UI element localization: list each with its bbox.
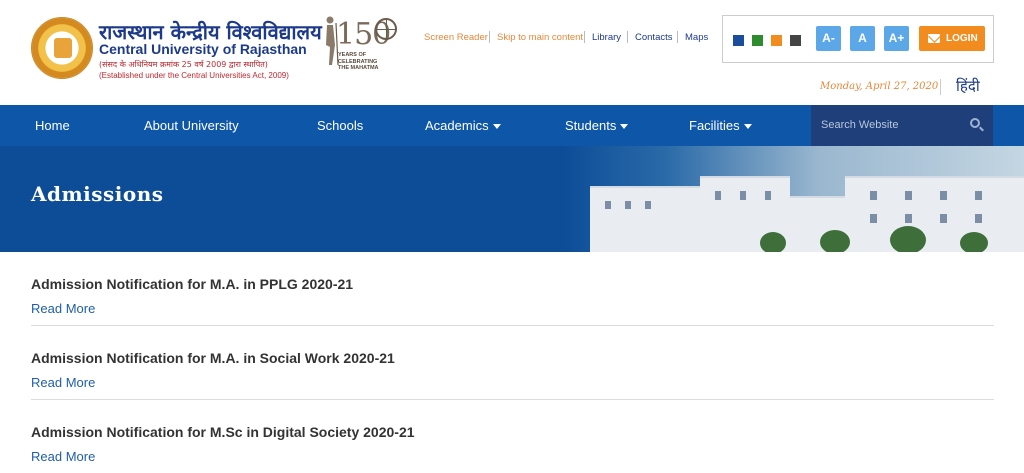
font-decrease-button[interactable]: A- — [816, 26, 841, 51]
admission-title-link[interactable]: Admission Notification for M.A. in PPLG … — [31, 276, 353, 292]
theme-green-swatch[interactable] — [752, 35, 763, 46]
establishment-note-english: (Established under the Central Universit… — [99, 71, 289, 80]
search-box — [811, 105, 993, 146]
site-header: राजस्थान केन्द्रीय विश्वविद्यालय Central… — [0, 0, 1024, 105]
page-banner: Admissions — [0, 146, 1024, 252]
divider — [627, 31, 628, 43]
page-title: Admissions — [31, 182, 164, 206]
nav-item-facilities[interactable]: Facilities — [689, 105, 752, 146]
list-item: Admission Notification for M.A. in Socia… — [31, 326, 994, 400]
font-normal-button[interactable]: A — [850, 26, 875, 51]
accessibility-toolbar: A- A A+ LOGIN — [722, 15, 994, 63]
list-item: Admission Notification for M.Sc in Digit… — [31, 400, 994, 473]
theme-orange-swatch[interactable] — [771, 35, 782, 46]
admission-title-link[interactable]: Admission Notification for M.Sc in Digit… — [31, 424, 415, 440]
current-date: Monday, April 27, 2020 — [820, 81, 939, 92]
nav-item-label: Academics — [425, 118, 489, 133]
library-link[interactable]: Library — [592, 32, 621, 43]
nav-item-label: Schools — [317, 118, 364, 133]
university-logo-icon[interactable] — [31, 17, 93, 79]
nav-item-label: Facilities — [689, 118, 740, 133]
divider — [677, 31, 678, 43]
search-input[interactable] — [821, 115, 961, 135]
maps-link[interactable]: Maps — [685, 32, 708, 43]
chevron-down-icon — [743, 124, 752, 130]
divider — [584, 31, 585, 43]
nav-item-label: About University — [144, 118, 239, 133]
envelope-icon — [928, 34, 940, 43]
read-more-link[interactable]: Read More — [31, 449, 95, 464]
establishment-note-hindi: (संसद के अधिनियम क्रमांक 25 वर्ष 2009 द्… — [99, 60, 268, 69]
divider — [489, 31, 490, 43]
chevron-down-icon — [492, 124, 501, 130]
login-button[interactable]: LOGIN — [919, 26, 985, 51]
theme-dark-swatch[interactable] — [790, 35, 801, 46]
list-item: Admission Notification for M.A. in PPLG … — [31, 252, 994, 326]
nav-item-home[interactable]: Home — [35, 105, 70, 146]
chevron-down-icon — [620, 124, 629, 130]
anniversary-caption: YEARS OF CELEBRATING THE MAHATMA — [338, 52, 379, 71]
font-increase-button[interactable]: A+ — [884, 26, 909, 51]
search-icon[interactable] — [970, 118, 984, 132]
skip-to-main-content-link[interactable]: Skip to main content — [497, 32, 583, 43]
nav-item-label: Students — [565, 118, 617, 133]
mahatma-150-logo: 150 YEARS OF CELEBRATING THE MAHATMA — [322, 15, 402, 73]
theme-blue-swatch[interactable] — [733, 35, 744, 46]
login-label: LOGIN — [946, 33, 978, 44]
read-more-link[interactable]: Read More — [31, 301, 95, 316]
nav-item-about-university[interactable]: About University — [144, 105, 239, 146]
read-more-link[interactable]: Read More — [31, 375, 95, 390]
admission-title-link[interactable]: Admission Notification for M.A. in Socia… — [31, 350, 395, 366]
nav-item-students[interactable]: Students — [565, 105, 629, 146]
hindi-language-link[interactable]: हिंदी — [956, 76, 980, 96]
nav-item-label: Home — [35, 118, 70, 133]
screen-reader-link[interactable]: Screen Reader — [424, 32, 488, 43]
nav-item-academics[interactable]: Academics — [425, 105, 501, 146]
divider — [940, 79, 941, 95]
charkha-wheel-icon — [375, 18, 397, 40]
university-name-english[interactable]: Central University of Rajasthan — [99, 41, 307, 57]
contacts-link[interactable]: Contacts — [635, 32, 673, 43]
nav-item-schools[interactable]: Schools — [317, 105, 363, 146]
page: राजस्थान केन्द्रीय विश्वविद्यालय Central… — [0, 0, 1024, 473]
main-nav: Home About University Schools Academics … — [0, 105, 1024, 146]
